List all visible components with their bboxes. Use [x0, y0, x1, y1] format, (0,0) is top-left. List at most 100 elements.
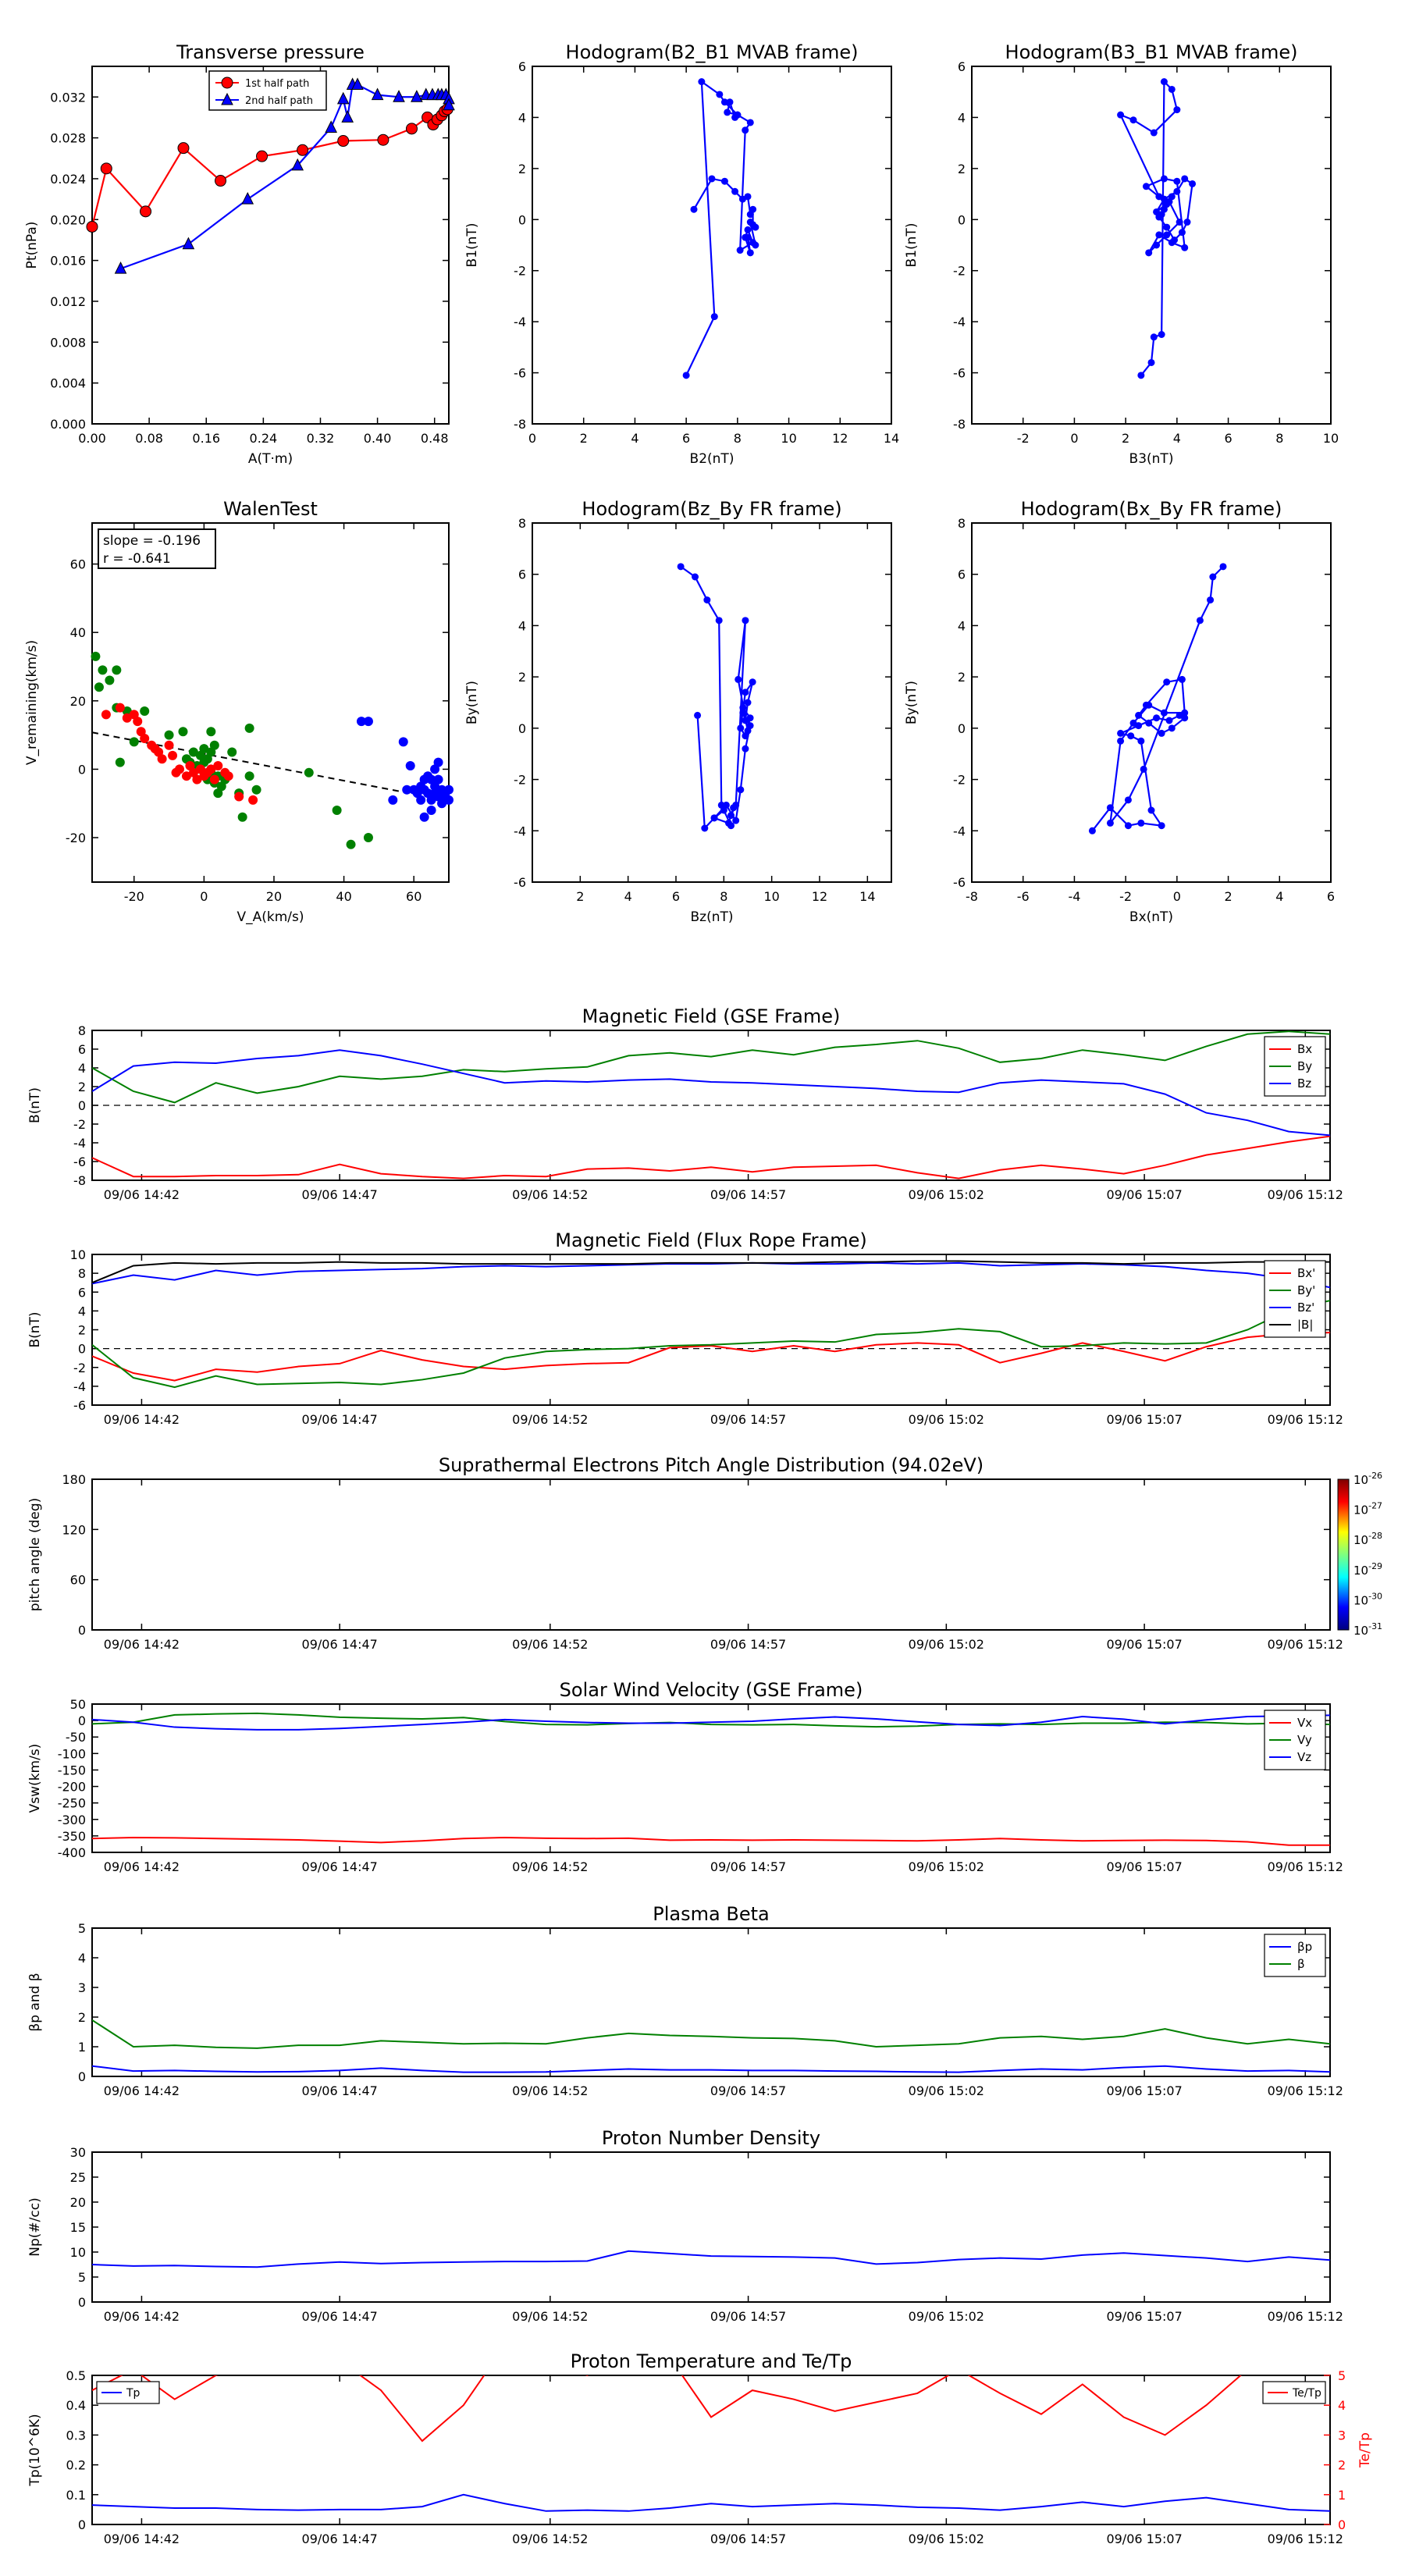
y-tick-label: 2	[958, 162, 966, 176]
legend-marker	[221, 76, 233, 89]
legend-frame	[1264, 1934, 1326, 1977]
legend-label: Bx'	[1297, 1266, 1315, 1280]
data-point	[341, 110, 354, 123]
y-axis-label: B(nT)	[27, 1087, 43, 1123]
y-tick-label: -4	[514, 824, 526, 838]
scatter-point	[433, 757, 443, 767]
colorbar-label: 10-30	[1353, 1591, 1382, 1607]
time-tick-label: 09/06 15:07	[1106, 1637, 1182, 1652]
time-tick-label: 09/06 14:42	[104, 1412, 180, 1427]
data-point	[1178, 675, 1186, 683]
data-point	[749, 678, 756, 686]
data-point	[742, 617, 749, 624]
time-tick-label: 09/06 14:52	[512, 1637, 588, 1652]
x-axis-label: B2(nT)	[690, 451, 735, 467]
data-point	[736, 247, 744, 254]
data-point	[694, 711, 702, 719]
scatter-point	[234, 792, 244, 802]
y-tick-label: 0	[78, 1342, 86, 1357]
data-point	[1181, 175, 1189, 183]
scatter-point	[112, 665, 122, 675]
series-line-By	[92, 1030, 1330, 1104]
data-point	[682, 372, 690, 379]
x-tick-label: 2	[1122, 431, 1129, 446]
time-tick-label: 09/06 14:42	[104, 2532, 180, 2546]
y-tick-label: 40	[70, 625, 86, 640]
time-tick-label: 09/06 14:42	[104, 1637, 180, 1652]
plot-frame	[971, 522, 1332, 883]
time-tick-label: 09/06 14:52	[512, 2083, 588, 2098]
panel-np: Proton Number Density 09/06 14:42 09/06 14…	[27, 2127, 1343, 2324]
time-tick-label: 09/06 14:57	[710, 2309, 786, 2324]
x-axis-label: V_A(km/s)	[237, 909, 304, 925]
y-tick-label: -200	[58, 1780, 86, 1795]
y-tick-label: -300	[58, 1813, 86, 1827]
time-tick-label: 09/06 15:02	[909, 2532, 984, 2546]
data-point	[1137, 737, 1145, 745]
data-point	[732, 817, 740, 824]
data-point	[177, 142, 190, 155]
data-point	[746, 714, 754, 722]
data-point	[730, 804, 738, 812]
y-tick-label: -20	[66, 831, 86, 845]
scatter-point	[363, 717, 373, 727]
plot-frame	[91, 522, 450, 883]
y-tick-label: 0.016	[50, 254, 86, 269]
x-tick-label: 10	[763, 889, 779, 904]
legend-label: 1st half path	[245, 78, 309, 90]
data-point	[1117, 111, 1125, 119]
scatter-point	[101, 710, 111, 720]
y-tick-label: 0	[78, 1623, 86, 1638]
chart-title: Magnetic Field (GSE Frame)	[582, 1005, 841, 1027]
data-point	[720, 98, 728, 106]
scatter-point	[209, 740, 219, 750]
data-point	[1147, 806, 1155, 814]
y-tick-label: -6	[73, 1398, 86, 1413]
data-point	[1219, 563, 1227, 571]
data-point	[727, 812, 735, 820]
data-point	[744, 727, 752, 735]
scatter-point	[433, 774, 443, 785]
y-axis-label: Tp(10^6K)	[27, 2414, 43, 2486]
data-point	[1176, 219, 1183, 226]
y-tick-label: 20	[70, 694, 86, 709]
scatter-point	[251, 785, 261, 795]
plot-frame	[91, 1927, 1331, 2077]
data-point	[241, 191, 254, 205]
x-tick-label: 6	[1224, 431, 1232, 446]
legend-label: Vy	[1297, 1733, 1312, 1747]
time-tick-label: 09/06 14:47	[302, 1637, 378, 1652]
data-point	[1117, 729, 1125, 737]
y-tick-label: 8	[78, 1023, 86, 1038]
scatter-point	[419, 812, 429, 822]
scatter-point	[304, 767, 314, 777]
scatter-point	[346, 839, 356, 849]
x-tick-label: 0.08	[135, 431, 163, 446]
colorbar-label: 10-29	[1353, 1561, 1382, 1578]
data-point	[1173, 187, 1181, 195]
y-tick-label: 0.032	[50, 90, 86, 105]
y-tick-label: 2	[518, 162, 526, 176]
y-tick-label: 0	[958, 721, 966, 736]
y-tick-label: 0	[518, 212, 526, 227]
time-tick-label: 09/06 14:57	[710, 2083, 786, 2098]
time-tick-label: 09/06 15:02	[909, 2083, 984, 2098]
y-tick-label: 0	[78, 762, 86, 777]
scatter-point	[388, 795, 398, 805]
plot-frame	[971, 66, 1332, 425]
x-tick-label: 0	[528, 431, 536, 446]
data-point	[1165, 197, 1173, 205]
legend-frame	[1264, 1260, 1326, 1338]
x-tick-label: 12	[812, 889, 827, 904]
data-point	[1124, 796, 1132, 804]
data-point	[708, 175, 716, 183]
x-axis-label: B3(nT)	[1129, 451, 1174, 467]
x-tick-label: 14	[884, 431, 899, 446]
time-tick-label: 09/06 15:12	[1268, 1637, 1343, 1652]
y-tick-label: -6	[953, 366, 966, 381]
x-tick-label: 0.16	[192, 431, 220, 446]
data-point	[739, 704, 747, 712]
x-tick-label: -6	[1017, 889, 1030, 904]
time-tick-label: 09/06 15:12	[1268, 1412, 1343, 1427]
y-axis-label: Vsw(km/s)	[27, 1744, 43, 1813]
